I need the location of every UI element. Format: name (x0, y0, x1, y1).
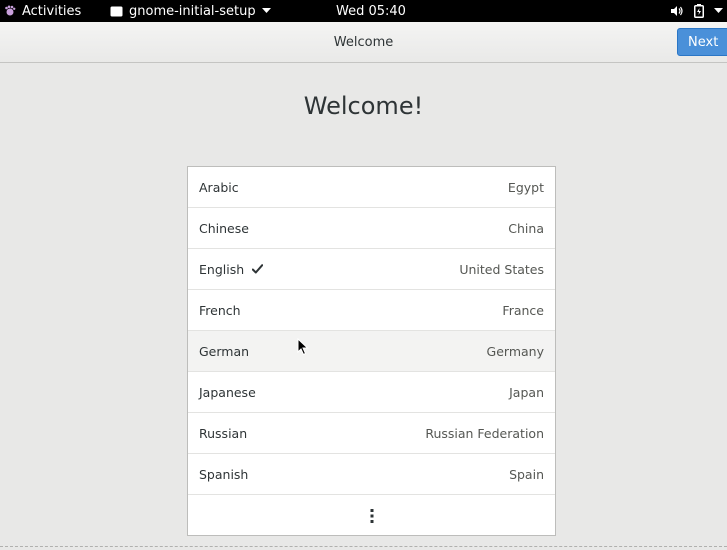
welcome-heading: Welcome! (303, 92, 424, 120)
chevron-down-icon (714, 8, 723, 14)
language-list: Arabic Egypt Chinese China English Unite… (187, 166, 556, 536)
language-label: English (199, 261, 245, 277)
language-name: English (199, 249, 264, 289)
mouse-pointer-icon (297, 337, 309, 360)
more-languages-button[interactable] (188, 499, 555, 535)
language-row[interactable]: Spanish Spain (188, 454, 555, 495)
activities-label: Activities (22, 3, 82, 19)
language-label: French (199, 302, 241, 318)
language-label: Spanish (199, 466, 249, 482)
header-bar: Welcome Next (0, 22, 727, 63)
language-row[interactable]: Chinese China (188, 208, 555, 249)
window-bottom-edge (0, 546, 727, 547)
region-name: China (508, 220, 544, 236)
language-label: Chinese (199, 220, 249, 236)
language-name: French (199, 290, 241, 330)
top-bar: Activities gnome-initial-setup Wed 05:40 (0, 0, 727, 22)
system-tray[interactable] (670, 0, 723, 22)
region-name: Egypt (507, 179, 544, 195)
language-row[interactable]: Russian Russian Federation (188, 413, 555, 454)
volume-icon (670, 5, 684, 17)
chevron-down-icon (261, 8, 271, 14)
language-name: Chinese (199, 208, 249, 248)
language-row[interactable]: German Germany (188, 331, 555, 372)
language-name: Japanese (199, 372, 256, 412)
region-name: Japan (509, 384, 544, 400)
region-name: France (502, 302, 544, 318)
region-name: Russian Federation (425, 425, 544, 441)
language-row[interactable]: Japanese Japan (188, 372, 555, 413)
language-label: Russian (199, 425, 248, 441)
gnome-foot-icon (4, 5, 16, 17)
language-name: Spanish (199, 454, 248, 494)
activities-button[interactable]: Activities (4, 0, 81, 22)
language-name: Russian (199, 413, 247, 453)
clock[interactable]: Wed 05:40 (336, 0, 406, 22)
app-menu-label: gnome-initial-setup (129, 3, 256, 19)
clock-label: Wed 05:40 (336, 3, 406, 19)
page-title: Welcome (333, 34, 394, 50)
checkmark-icon (251, 262, 264, 277)
region-name: Germany (486, 343, 544, 359)
language-row[interactable]: English United States (188, 249, 555, 290)
language-name: Arabic (199, 167, 239, 207)
language-name: German (199, 331, 249, 371)
window-icon (110, 6, 123, 17)
language-label: Japanese (199, 384, 256, 400)
battery-icon (694, 4, 704, 18)
region-name: Spain (509, 466, 544, 482)
language-label: German (199, 343, 250, 359)
more-vertical-icon (370, 508, 374, 527)
region-name: United States (459, 261, 544, 277)
language-row[interactable]: Arabic Egypt (188, 167, 555, 208)
language-label: Arabic (199, 179, 239, 195)
app-menu[interactable]: gnome-initial-setup (110, 0, 271, 22)
language-row[interactable]: French France (188, 290, 555, 331)
next-button[interactable]: Next (677, 28, 727, 56)
